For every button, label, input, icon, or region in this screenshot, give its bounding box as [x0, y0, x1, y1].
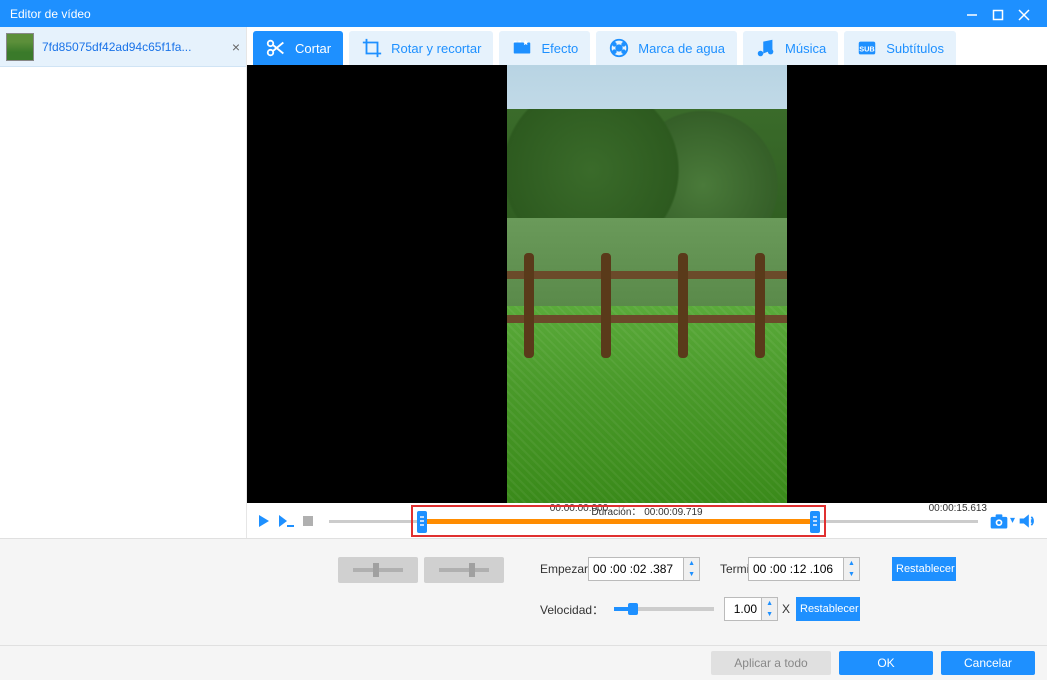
crop-icon — [361, 37, 383, 59]
speed-slider[interactable] — [614, 607, 714, 611]
start-label: Empezar — [540, 562, 588, 576]
svg-text:SUB: SUB — [859, 45, 874, 54]
snapshot-button[interactable] — [988, 510, 1010, 532]
speed-input[interactable] — [724, 597, 762, 621]
tab-cut[interactable]: Cortar — [253, 31, 343, 65]
end-time-field: Terminar ▲▼ — [720, 557, 860, 581]
speed-spinner[interactable]: ▲▼ — [762, 597, 778, 621]
selection-range — [421, 519, 816, 524]
tab-label: Rotar y recortar — [391, 41, 481, 56]
split-left-button[interactable] — [338, 557, 418, 583]
tab-label: Marca de agua — [638, 41, 725, 56]
playback-controls: 00:00:00.000 Duración： 00:00:09.719 00:0… — [247, 503, 1047, 538]
maximize-button[interactable] — [985, 6, 1011, 22]
editor-tabs: Cortar Rotar y recortar Efecto Marca de … — [247, 27, 1047, 65]
start-spinner[interactable]: ▲▼ — [684, 557, 700, 581]
titlebar: Editor de vídeo — [0, 0, 1047, 27]
speed-thumb[interactable] — [628, 603, 638, 615]
tab-subtitles[interactable]: SUB Subtítulos — [844, 31, 956, 65]
volume-button[interactable] — [1017, 510, 1039, 532]
cancel-button[interactable]: Cancelar — [941, 651, 1035, 675]
watermark-icon — [608, 37, 630, 59]
apply-all-button[interactable]: Aplicar a todo — [711, 651, 831, 675]
tab-music[interactable]: Música — [743, 31, 838, 65]
minimize-button[interactable] — [959, 6, 985, 22]
start-time-field: Empezar ▲▼ — [540, 557, 700, 581]
file-thumbnail — [6, 33, 34, 61]
tab-label: Cortar — [295, 41, 331, 56]
tab-rotate[interactable]: Rotar y recortar — [349, 31, 493, 65]
subtitles-icon: SUB — [856, 37, 878, 59]
end-spinner[interactable]: ▲▼ — [844, 557, 860, 581]
video-frame — [507, 65, 787, 503]
trim-start-handle[interactable] — [417, 511, 427, 533]
reset-speed-button[interactable]: Restablecer — [796, 597, 860, 621]
end-time-input[interactable] — [748, 557, 844, 581]
cut-panel: Empezar ▲▼ Terminar ▲▼ Restablecer Veloc… — [0, 538, 1047, 645]
end-label: Terminar — [720, 562, 748, 576]
speed-label: Velocidad： — [540, 601, 604, 618]
tab-watermark[interactable]: Marca de agua — [596, 31, 737, 65]
footer: Aplicar a todo OK Cancelar — [0, 645, 1047, 680]
trim-end-handle[interactable] — [810, 511, 820, 533]
video-preview — [247, 65, 1047, 503]
close-button[interactable] — [1011, 6, 1037, 22]
file-close-button[interactable]: × — [226, 39, 246, 55]
file-name-label: 7fd85075df42ad94c65f1fa... — [34, 40, 226, 54]
tab-label: Música — [785, 41, 826, 56]
window-title: Editor de vídeo — [10, 7, 91, 21]
scissors-icon — [265, 37, 287, 59]
split-right-button[interactable] — [424, 557, 504, 583]
timeline-track[interactable] — [329, 511, 978, 531]
tab-label: Efecto — [541, 41, 578, 56]
file-item[interactable]: 7fd85075df42ad94c65f1fa... × — [0, 27, 246, 67]
speed-field: Velocidad： ▲▼ X — [540, 597, 790, 621]
music-icon — [755, 37, 777, 59]
tab-label: Subtítulos — [886, 41, 944, 56]
ok-button[interactable]: OK — [839, 651, 933, 675]
tab-effect[interactable]: Efecto — [499, 31, 590, 65]
reset-time-button[interactable]: Restablecer — [892, 557, 956, 581]
start-time-input[interactable] — [588, 557, 684, 581]
stop-button[interactable] — [299, 512, 317, 530]
speed-suffix: X — [782, 602, 790, 616]
effect-icon — [511, 37, 533, 59]
file-sidebar: 7fd85075df42ad94c65f1fa... × — [0, 27, 247, 538]
play-button[interactable] — [255, 512, 273, 530]
play-next-button[interactable] — [277, 512, 295, 530]
